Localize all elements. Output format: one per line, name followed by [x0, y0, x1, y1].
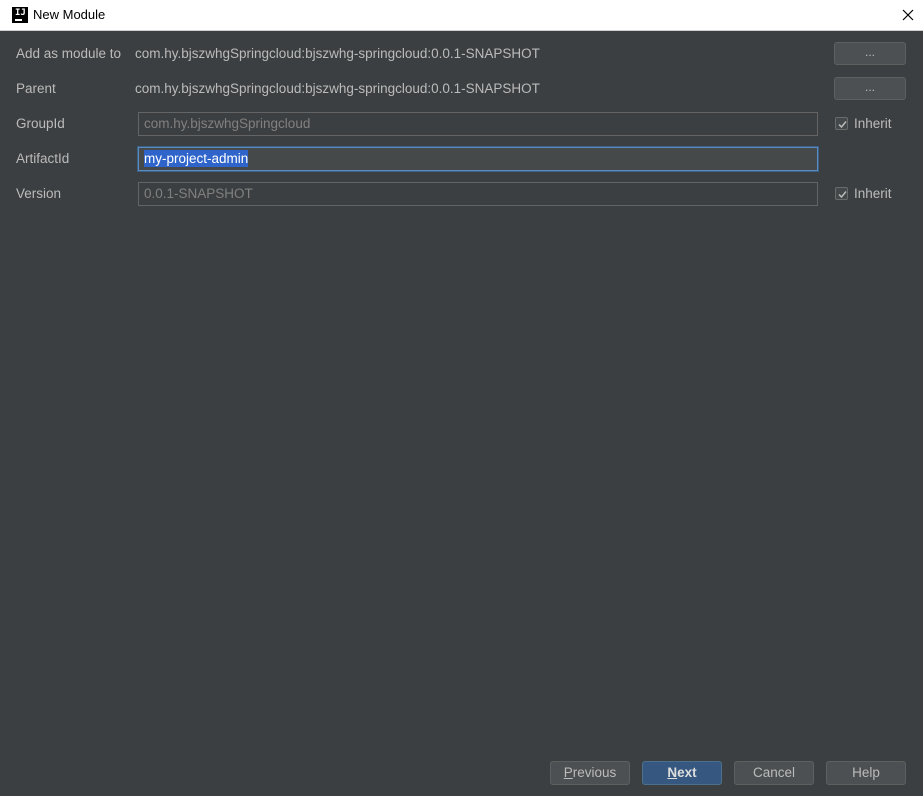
add-as-module-browse-button[interactable]: ...: [834, 42, 906, 65]
group-id-value: com.hy.bjszwhgSpringcloud: [144, 116, 311, 131]
checkbox-box[interactable]: [835, 117, 848, 130]
artifact-id-label: ArtifactId: [16, 151, 70, 166]
version-field[interactable]: 0.0.1-SNAPSHOT: [138, 182, 818, 206]
parent-label: Parent: [16, 81, 56, 96]
add-as-module-value: com.hy.bjszwhgSpringcloud:bjszwhg-spring…: [135, 46, 540, 61]
parent-value: com.hy.bjszwhgSpringcloud:bjszwhg-spring…: [135, 81, 540, 96]
group-id-label: GroupId: [16, 116, 65, 131]
close-icon: [902, 9, 914, 21]
group-id-inherit-checkbox[interactable]: Inherit: [835, 116, 905, 132]
add-as-module-label: Add as module to: [16, 46, 122, 61]
checkmark-icon: [838, 121, 847, 129]
window-title: New Module: [33, 7, 106, 22]
previous-button[interactable]: Previous: [550, 761, 630, 785]
checkmark-icon: [838, 191, 847, 199]
next-button[interactable]: Next: [642, 761, 722, 785]
version-inherit-checkbox[interactable]: Inherit: [835, 186, 905, 202]
intellij-app-icon: IJ: [12, 7, 28, 23]
parent-browse-button[interactable]: ...: [834, 77, 906, 100]
group-id-inherit-label: Inherit: [854, 116, 892, 131]
cancel-button[interactable]: Cancel: [734, 761, 814, 785]
version-value: 0.0.1-SNAPSHOT: [144, 186, 253, 201]
checkbox-box[interactable]: [835, 187, 848, 200]
version-label: Version: [16, 186, 62, 201]
help-button[interactable]: Help: [826, 761, 906, 785]
group-id-field[interactable]: com.hy.bjszwhgSpringcloud: [138, 112, 818, 136]
artifact-id-value: my-project-admin: [144, 150, 249, 167]
artifact-id-field[interactable]: my-project-admin: [138, 147, 818, 171]
version-inherit-label: Inherit: [854, 186, 892, 201]
close-button[interactable]: [892, 0, 923, 30]
title-bar: IJ New Module: [0, 0, 923, 31]
